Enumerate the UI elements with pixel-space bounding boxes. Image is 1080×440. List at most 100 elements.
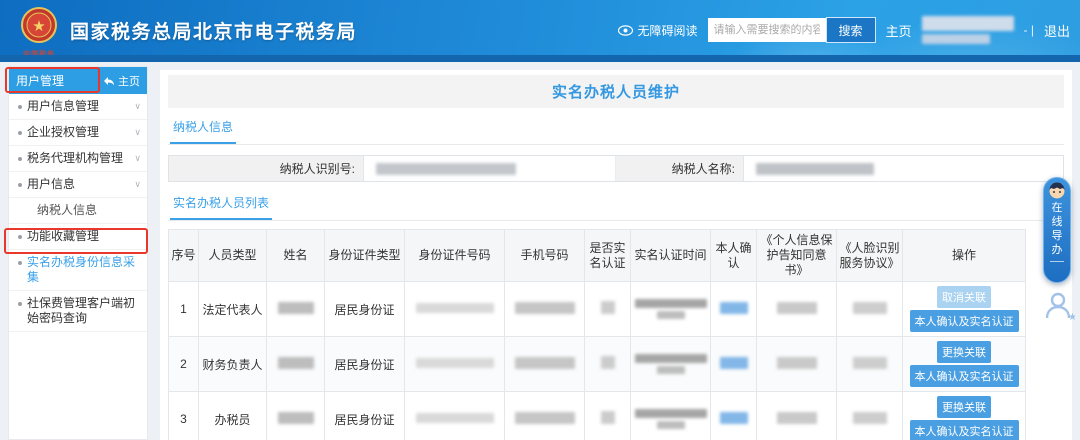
sidebar-item-label: 社保费管理客户端初始密码查询 <box>27 296 141 326</box>
redacted-phone <box>515 302 575 314</box>
sidebar-item-label: 纳税人信息 <box>37 203 141 218</box>
cell-person-type: 办税员 <box>199 392 267 440</box>
redacted-verified-flag <box>601 356 615 369</box>
table-header-row: 序号人员类型姓名身份证件类型身份证件号码手机号码是否实名认证实名认证时间本人确认… <box>169 230 1026 282</box>
chevron-down-icon: ∨ <box>134 99 141 114</box>
redacted-confirm-link <box>720 302 748 314</box>
sidebar-item[interactable]: 用户信息∨ <box>9 172 147 198</box>
table-row: 3办税员 居民身份证 更换关联本人确认及实名认证 <box>169 392 1026 440</box>
confirm-realname-button[interactable]: 本人确认及实名认证 <box>910 310 1019 332</box>
cell-name <box>267 337 325 392</box>
app-window: ★ 中国税务 国家税务总局北京市电子税务局 无障碍阅读 搜索 主页 - <box>0 0 1080 440</box>
sidebar-item[interactable]: 纳税人信息 <box>9 198 147 224</box>
eye-icon <box>618 25 633 36</box>
accessibility-label: 无障碍阅读 <box>637 22 697 39</box>
cell-id-type: 居民身份证 <box>325 282 405 337</box>
column-header: 身份证件类型 <box>325 230 405 282</box>
emblem-icon: ★ <box>20 6 58 44</box>
cell-verify-time <box>631 392 711 440</box>
table-row: 2财务负责人居民身份证更换关联本人确认及实名认证 <box>169 337 1026 392</box>
redacted-confirm-link <box>720 412 748 424</box>
link-toggle-button[interactable]: 更换关联 <box>937 341 991 363</box>
sidebar-item[interactable]: 功能收藏管理 <box>9 224 147 250</box>
sidebar-home-link[interactable]: 主页 <box>103 73 140 89</box>
contact-person-icon[interactable]: ★ <box>1043 289 1075 321</box>
cell-operations: 更换关联本人确认及实名认证 <box>903 392 1026 440</box>
cell-no: 1 <box>169 282 199 337</box>
sidebar-item[interactable]: 企业授权管理∨ <box>9 120 147 146</box>
tab-taxpayer-info[interactable]: 纳税人信息 <box>170 118 236 144</box>
cell-operations: 更换关联本人确认及实名认证 <box>903 337 1026 392</box>
cell-id-type: 居民身份证 <box>325 337 405 392</box>
username-redacted <box>922 16 1014 44</box>
link-toggle-button[interactable]: 更换关联 <box>937 396 991 418</box>
redacted-face-doc <box>853 357 887 369</box>
redacted-name <box>278 357 314 369</box>
back-arrow-icon <box>103 76 115 86</box>
sidebar-item-label: 用户信息管理 <box>27 99 132 114</box>
header-search: 搜索 <box>708 17 876 43</box>
sidebar-item[interactable]: 税务代理机构管理∨ <box>9 146 147 172</box>
home-link[interactable]: 主页 <box>886 21 912 40</box>
cell-no: 3 <box>169 392 199 440</box>
chevron-down-icon: ∨ <box>134 177 141 192</box>
redacted-name <box>278 412 314 424</box>
confirm-realname-button[interactable]: 本人确认及实名认证 <box>910 365 1019 387</box>
verify-time-stack <box>633 354 708 374</box>
cell-is-verified <box>585 392 631 440</box>
redacted-taxpayer-name <box>756 163 874 175</box>
redacted-id-number <box>416 358 494 368</box>
taxpayer-id-value <box>364 156 616 181</box>
cell-is-verified <box>585 337 631 392</box>
bullet-icon <box>18 157 22 161</box>
chevron-down-icon: ∨ <box>134 125 141 140</box>
cell-verify-time <box>631 282 711 337</box>
redacted-username-line <box>922 16 1014 31</box>
guide-char: 办 <box>1052 243 1063 257</box>
sidebar-item[interactable]: 实名办税身份信息采集 <box>9 250 147 291</box>
cell-is-verified <box>585 282 631 337</box>
cell-id-type: 居民身份证 <box>325 392 405 440</box>
cell-privacy-doc <box>757 392 837 440</box>
column-header: 身份证件号码 <box>405 230 505 282</box>
cell-name <box>267 282 325 337</box>
sidebar-item-label: 功能收藏管理 <box>27 229 141 244</box>
online-guide-widget[interactable]: 在线导办 <box>1043 177 1071 283</box>
cell-face-doc <box>837 392 903 440</box>
logout-link[interactable]: 退出 <box>1044 21 1070 40</box>
column-header: 本人确认 <box>711 230 757 282</box>
sidebar-item[interactable]: 用户信息管理∨ <box>9 94 147 120</box>
redacted-username-line <box>922 34 990 44</box>
taxpayer-fields: 纳税人识别号: 纳税人名称: <box>168 155 1064 182</box>
link-toggle-button[interactable]: 取消关联 <box>937 286 991 308</box>
person-list-tabbar: 实名办税人员列表 <box>168 182 1064 221</box>
header-bottom-strip <box>0 55 1080 62</box>
tab-person-list[interactable]: 实名办税人员列表 <box>170 194 272 220</box>
sidebar-item-label: 实名办税身份信息采集 <box>27 255 141 285</box>
sidebar-header: 用户管理 主页 <box>9 67 147 94</box>
sidebar-title: 用户管理 <box>16 72 64 89</box>
bullet-icon <box>18 235 22 239</box>
search-button[interactable]: 搜索 <box>826 17 876 43</box>
guide-divider <box>1050 261 1064 262</box>
main-content: 实名办税人员维护 纳税人信息 纳税人识别号: 纳税人名称: 实名办税人员列表 序… <box>160 70 1072 440</box>
taxpayer-name-value <box>744 156 1063 181</box>
redacted-privacy-doc <box>777 302 817 314</box>
sidebar-item-label: 用户信息 <box>27 177 132 192</box>
redacted-taxpayer-id <box>376 163 516 175</box>
bullet-icon <box>18 183 22 187</box>
person-table: 序号人员类型姓名身份证件类型身份证件号码手机号码是否实名认证实名认证时间本人确认… <box>168 229 1026 440</box>
redacted-name <box>278 302 314 314</box>
guide-char: 导 <box>1052 229 1063 243</box>
cell-phone <box>505 392 585 440</box>
sidebar: 用户管理 主页 用户信息管理∨企业授权管理∨税务代理机构管理∨用户信息∨纳税人信… <box>8 66 148 440</box>
guide-char: 线 <box>1052 215 1063 229</box>
svg-text:★: ★ <box>32 18 45 35</box>
accessibility-toggle[interactable]: 无障碍阅读 <box>618 22 697 39</box>
bullet-icon <box>18 105 22 109</box>
sidebar-item[interactable]: 社保费管理客户端初始密码查询 <box>9 291 147 332</box>
redacted-privacy-doc <box>777 412 817 424</box>
search-input[interactable] <box>708 18 826 42</box>
confirm-realname-button[interactable]: 本人确认及实名认证 <box>910 420 1019 440</box>
taxpayer-id-label: 纳税人识别号: <box>169 156 364 181</box>
